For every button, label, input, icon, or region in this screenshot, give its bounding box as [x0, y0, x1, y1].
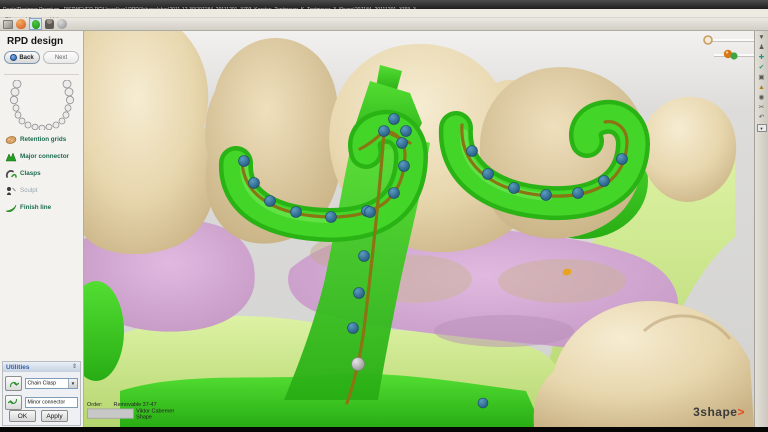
more-dropdown-icon[interactable]: ▼ [757, 124, 767, 132]
major-connector-icon [5, 152, 17, 162]
connector-curve-icon [8, 397, 19, 408]
utilities-panel: Utilities ⇕ Chain Clasp ▼ [2, 361, 81, 426]
chevron-down-icon: ▼ [68, 379, 77, 388]
clasp-curve-icon [8, 378, 19, 389]
rpd-design-panel: RPD design Back Next [0, 31, 84, 427]
logo-text: 3shape [693, 405, 737, 419]
logo-chevron-icon: > [737, 405, 745, 419]
title-bar: DentalDesigner Premium - [3STWEVER-PC\Us… [0, 0, 768, 9]
back-label: Back [19, 55, 33, 61]
rpd-model-scene[interactable] [84, 31, 754, 427]
undo-icon[interactable]: ↶ [759, 114, 764, 121]
sphere-view-icon[interactable] [57, 19, 67, 29]
sculpt-icon [5, 186, 17, 196]
minor-connector-tool-button[interactable] [5, 395, 22, 410]
workflow-steps: Retention grids Major connector Clasps [5, 131, 83, 216]
step-finish-line[interactable]: Finish line [5, 199, 83, 216]
step-label: Finish line [20, 204, 51, 210]
step-label: Clasps [20, 170, 41, 176]
chain-clasp-dropdown[interactable]: Chain Clasp ▼ [25, 378, 78, 389]
right-tool-rail: ▼ ♟ ✚ ✔ ▣ ▲ ◉ ✂ ↶ ▼ [754, 31, 768, 427]
next-label: Next [55, 55, 67, 61]
step-label: Sculpt [20, 187, 38, 193]
step-label: Major connector [20, 153, 69, 159]
next-button[interactable]: Next [43, 51, 79, 64]
letterbox-bar [0, 427, 768, 432]
person-icon[interactable]: ♟ [759, 44, 765, 51]
clasps-icon [5, 169, 17, 179]
step-sculpt[interactable]: Sculpt [5, 182, 83, 199]
panel-title: RPD design [7, 36, 63, 47]
step-retention-grids[interactable]: Retention grids [5, 131, 83, 148]
dropdown-value: Chain Clasp [26, 381, 56, 386]
scissors-icon[interactable]: ✂ [759, 104, 764, 111]
dropdown-value: Minor connector [26, 400, 65, 405]
dental-arch-diagram[interactable] [9, 80, 75, 130]
utilities-title: Utilities [6, 364, 29, 371]
step-clasps[interactable]: Clasps [5, 165, 83, 182]
3d-viewport[interactable]: Order:Removable 37-47 Viktor Caberner Sh… [84, 31, 754, 427]
design-tool-icon[interactable] [29, 18, 42, 30]
chain-clasp-tool-button[interactable] [5, 376, 22, 391]
retention-grids-icon [5, 135, 17, 145]
order-form-icon[interactable] [16, 19, 26, 29]
back-globe-icon [10, 54, 17, 61]
order-info-overlay: Order:Removable 37-47 Viktor Caberner Sh… [87, 402, 174, 422]
3shape-logo: 3shape> [693, 405, 745, 419]
back-button[interactable]: Back [4, 51, 40, 64]
scan-cube-icon[interactable] [3, 20, 13, 29]
utilities-header[interactable]: Utilities ⇕ [3, 362, 80, 372]
step-major-connector[interactable]: Major connector [5, 148, 83, 165]
minor-connector-dropdown[interactable]: Minor connector ▼ [25, 397, 78, 408]
funnel-icon[interactable]: ▼ [758, 34, 764, 41]
order-value: Removable 37-47 [114, 402, 157, 407]
warning-icon[interactable]: ▲ [758, 84, 764, 91]
main-toolbar [0, 18, 768, 31]
add-icon[interactable]: ✚ [759, 54, 764, 61]
camera-icon[interactable]: ◉ [759, 94, 765, 101]
apply-button[interactable]: Apply [41, 410, 68, 422]
menu-bar: File View Help [0, 9, 768, 18]
collapse-icon[interactable]: ⇕ [72, 364, 77, 370]
model-icon[interactable] [45, 19, 54, 29]
order-status-box [87, 409, 134, 419]
material-name: Shape [136, 415, 174, 421]
order-label: Order: [87, 402, 114, 409]
layers-icon[interactable]: ▣ [758, 74, 764, 81]
divider [4, 74, 79, 75]
check-icon[interactable]: ✔ [759, 64, 764, 71]
app-window: DentalDesigner Premium - [3STWEVER-PC\Us… [0, 0, 768, 432]
finish-line-icon [5, 203, 17, 213]
ok-button[interactable]: OK [9, 410, 36, 422]
step-label: Retention grids [20, 136, 66, 142]
